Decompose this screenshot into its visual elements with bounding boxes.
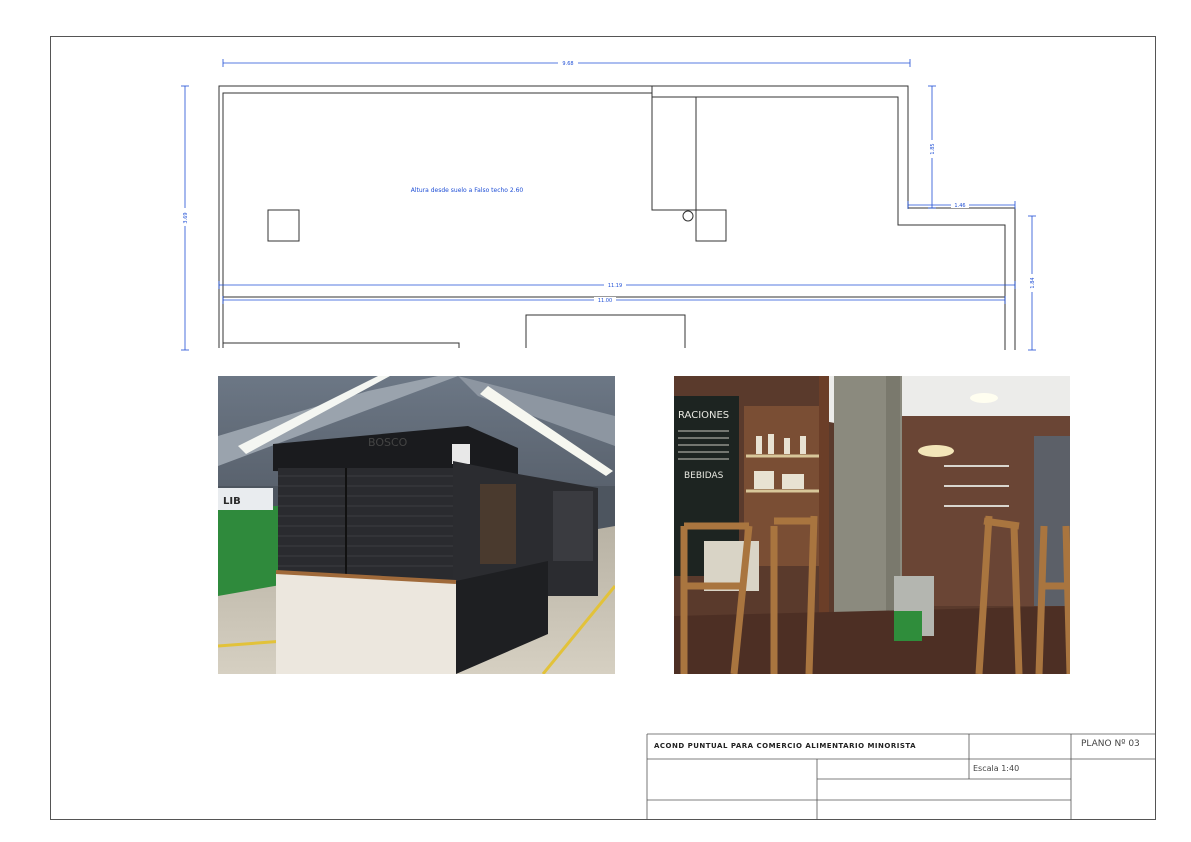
inner-wall [222, 92, 1006, 350]
scale-label: Escala 1:40 [973, 764, 1020, 773]
dim-inner-width-2: 11.00 [598, 298, 612, 304]
svg-text:LIB: LIB [223, 496, 241, 507]
appliance-box [695, 209, 727, 242]
photo-stall-exterior: LIB BOSCO [218, 376, 615, 674]
board-title: RACIONES [678, 410, 729, 421]
stall-sign-text: BOSCO [368, 436, 408, 449]
dim-top-width: 9.68 [562, 61, 573, 67]
outer-wall [218, 85, 1016, 350]
dim-right-lower: 1.84 [1030, 277, 1036, 288]
dim-right-upper: 1.85 [930, 143, 936, 154]
photo-bar-interior: RACIONES BEBIDAS [674, 376, 1070, 674]
dim-left-height: 3.69 [183, 212, 189, 223]
dim-inner-width-1: 11.19 [608, 283, 622, 289]
counter-center [525, 314, 686, 348]
dim-right-step: 1.46 [954, 203, 965, 209]
project-title: ACOND PUNTUAL PARA COMERCIO ALIMENTARIO … [654, 742, 917, 750]
ceiling-height-annotation: Altura desde suelo a Falso techo 2.60 [411, 187, 524, 194]
floor-plan: 9.68 3.69 1.85 1.46 1.84 11.19 11.00 Alt… [180, 59, 1037, 351]
interior-partition [651, 97, 696, 211]
column [267, 209, 300, 242]
drain-symbol [682, 210, 694, 222]
board-subtitle: BEBIDAS [684, 471, 724, 481]
plan-walls [218, 85, 1016, 350]
counter-left [223, 342, 460, 348]
plan-number: PLANO Nº 03 [1081, 739, 1140, 749]
market-stall-exterior-photo-icon: LIB BOSCO [218, 376, 615, 674]
bar-interior-photo-icon: RACIONES BEBIDAS [674, 376, 1070, 674]
